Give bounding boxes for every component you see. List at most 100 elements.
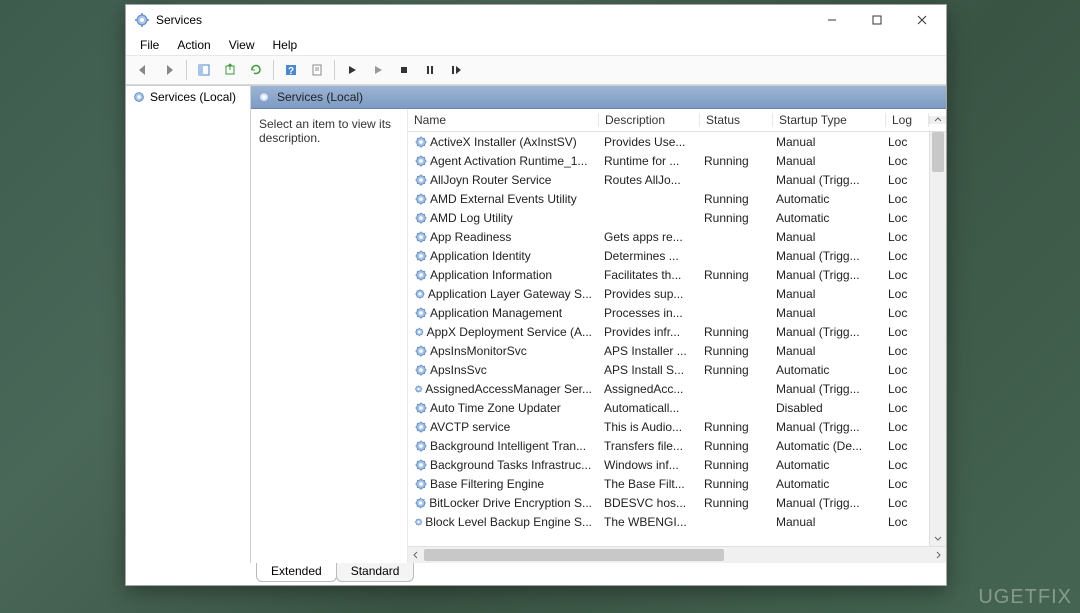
col-description[interactable]: Description <box>599 113 700 127</box>
tab-standard[interactable]: Standard <box>336 563 415 582</box>
services-window: Services File Action View Help ? <box>125 4 947 586</box>
service-name: Base Filtering Engine <box>430 477 544 491</box>
col-startup-type[interactable]: Startup Type <box>773 113 886 127</box>
show-hide-button[interactable] <box>192 58 216 82</box>
col-logon[interactable]: Log <box>886 113 929 127</box>
service-logon: Loc <box>882 135 924 149</box>
refresh-button[interactable] <box>244 58 268 82</box>
service-desc: APS Installer ... <box>598 344 698 358</box>
service-startup: Manual <box>770 306 882 320</box>
tree-item-label: Services (Local) <box>150 90 236 104</box>
service-row[interactable]: Application InformationFacilitates th...… <box>408 265 946 284</box>
service-status: Running <box>698 420 770 434</box>
help-button[interactable]: ? <box>279 58 303 82</box>
scrollbar-thumb[interactable] <box>932 132 944 172</box>
service-desc: Facilitates th... <box>598 268 698 282</box>
service-startup: Manual (Trigg... <box>770 268 882 282</box>
service-startup: Manual (Trigg... <box>770 325 882 339</box>
service-desc: Provides infr... <box>598 325 698 339</box>
service-name: Background Intelligent Tran... <box>430 439 586 453</box>
menu-view[interactable]: View <box>221 36 263 54</box>
start-service-button[interactable] <box>340 58 364 82</box>
menu-help[interactable]: Help <box>265 36 306 54</box>
menu-file[interactable]: File <box>132 36 167 54</box>
service-icon <box>414 439 428 453</box>
service-row[interactable]: Background Tasks Infrastruc...Windows in… <box>408 455 946 474</box>
service-row[interactable]: App ReadinessGets apps re...ManualLoc <box>408 227 946 246</box>
col-status[interactable]: Status <box>700 113 773 127</box>
service-row[interactable]: ActiveX Installer (AxInstSV)Provides Use… <box>408 132 946 151</box>
service-logon: Loc <box>882 211 924 225</box>
service-name: AssignedAccessManager Ser... <box>425 382 592 396</box>
service-desc: The WBENGI... <box>598 515 698 529</box>
scroll-up-arrow[interactable] <box>929 116 946 124</box>
service-row[interactable]: Block Level Backup Engine S... The WBENGI… <box>408 512 946 531</box>
export-button[interactable] <box>218 58 242 82</box>
service-startup: Automatic <box>770 192 882 206</box>
menu-action[interactable]: Action <box>169 36 218 54</box>
tree-item-services-local[interactable]: Services (Local) <box>128 88 248 106</box>
service-icon <box>414 154 428 168</box>
service-row[interactable]: Application Layer Gateway S...Provides s… <box>408 284 946 303</box>
service-row[interactable]: ApsInsSvcAPS Install S...RunningAutomati… <box>408 360 946 379</box>
tab-extended[interactable]: Extended <box>256 563 337 582</box>
start-service-button-2[interactable] <box>366 58 390 82</box>
titlebar[interactable]: Services <box>126 5 946 35</box>
pause-service-button[interactable] <box>418 58 442 82</box>
window-title: Services <box>156 13 809 27</box>
scroll-right-arrow[interactable] <box>930 547 946 563</box>
scrollbar-thumb-h[interactable] <box>424 549 724 561</box>
service-row[interactable]: AMD External Events UtilityRunningAutoma… <box>408 189 946 208</box>
restart-service-button[interactable] <box>444 58 468 82</box>
service-logon: Loc <box>882 496 924 510</box>
service-logon: Loc <box>882 458 924 472</box>
service-row[interactable]: ApsInsMonitorSvcAPS Installer ...Running… <box>408 341 946 360</box>
service-logon: Loc <box>882 477 924 491</box>
toolbar: ? <box>126 55 946 85</box>
service-name: Block Level Backup Engine S... <box>425 515 592 529</box>
service-row[interactable]: Auto Time Zone UpdaterAutomaticall...Dis… <box>408 398 946 417</box>
service-row[interactable]: AppX Deployment Service (A...Provides in… <box>408 322 946 341</box>
stop-service-button[interactable] <box>392 58 416 82</box>
service-name: AMD Log Utility <box>430 211 513 225</box>
close-button[interactable] <box>899 6 944 34</box>
service-logon: Loc <box>882 306 924 320</box>
back-button[interactable] <box>131 58 155 82</box>
menubar: File Action View Help <box>126 35 946 55</box>
service-icon <box>414 306 428 320</box>
service-desc: APS Install S... <box>598 363 698 377</box>
col-name[interactable]: Name <box>408 113 599 127</box>
service-row[interactable]: AllJoyn Router ServiceRoutes AllJo...Man… <box>408 170 946 189</box>
service-row[interactable]: Background Intelligent Tran...Transfers … <box>408 436 946 455</box>
service-status: Running <box>698 458 770 472</box>
service-logon: Loc <box>882 249 924 263</box>
service-row[interactable]: BitLocker Drive Encryption S...BDESVC ho… <box>408 493 946 512</box>
service-row[interactable]: Agent Activation Runtime_1...Runtime for… <box>408 151 946 170</box>
service-row[interactable]: Application ManagementProcesses in...Man… <box>408 303 946 322</box>
service-icon <box>414 458 428 472</box>
maximize-button[interactable] <box>854 6 899 34</box>
horizontal-scrollbar[interactable] <box>408 546 946 563</box>
service-row[interactable]: Application IdentityDetermines ...Manual… <box>408 246 946 265</box>
forward-button[interactable] <box>157 58 181 82</box>
vertical-scrollbar[interactable] <box>929 132 946 546</box>
service-startup: Automatic <box>770 363 882 377</box>
details-header: Services (Local) <box>251 86 946 109</box>
service-startup: Manual <box>770 230 882 244</box>
service-icon <box>414 325 425 339</box>
service-row[interactable]: Base Filtering EngineThe Base Filt...Run… <box>408 474 946 493</box>
minimize-button[interactable] <box>809 6 854 34</box>
service-logon: Loc <box>882 344 924 358</box>
service-status: Running <box>698 154 770 168</box>
service-startup: Manual <box>770 135 882 149</box>
service-icon <box>414 382 423 396</box>
scroll-down-arrow[interactable] <box>930 530 946 546</box>
scroll-left-arrow[interactable] <box>408 547 424 563</box>
service-row[interactable]: AssignedAccessManager Ser...AssignedAcc.… <box>408 379 946 398</box>
service-icon <box>414 268 428 282</box>
service-row[interactable]: AMD Log UtilityRunningAutomaticLoc <box>408 208 946 227</box>
service-startup: Manual (Trigg... <box>770 249 882 263</box>
service-name: Auto Time Zone Updater <box>430 401 561 415</box>
properties-button[interactable] <box>305 58 329 82</box>
service-row[interactable]: AVCTP serviceThis is Audio...RunningManu… <box>408 417 946 436</box>
